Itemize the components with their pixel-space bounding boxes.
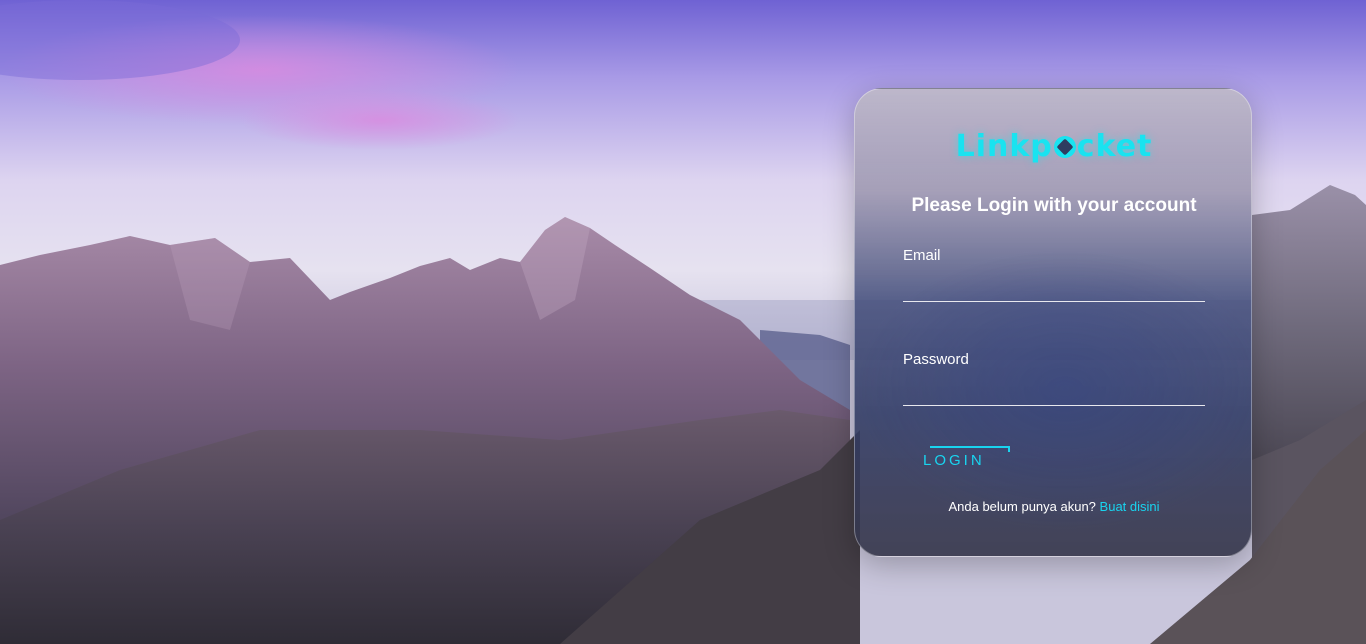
logo-text-start: Linkp [955,129,1053,164]
linkpocket-logo: Linkp cket [855,129,1253,164]
password-label: Password [903,351,969,368]
signup-link[interactable]: Buat disini [1100,499,1160,514]
logo-text-end: cket [1076,129,1153,164]
email-label: Email [903,247,941,264]
login-page: Linkp cket Please Login with your account… [0,0,1366,644]
password-field[interactable] [903,379,1205,406]
pocket-icon [1053,136,1076,158]
login-button[interactable]: LOGIN [903,445,1009,475]
signup-row: Anda belum punya akun? Buat disini [855,499,1253,514]
signup-prompt: Anda belum punya akun? [948,499,1096,514]
login-card: Linkp cket Please Login with your account… [854,88,1252,557]
login-title: Please Login with your account [911,195,1197,216]
email-field[interactable] [903,275,1205,302]
